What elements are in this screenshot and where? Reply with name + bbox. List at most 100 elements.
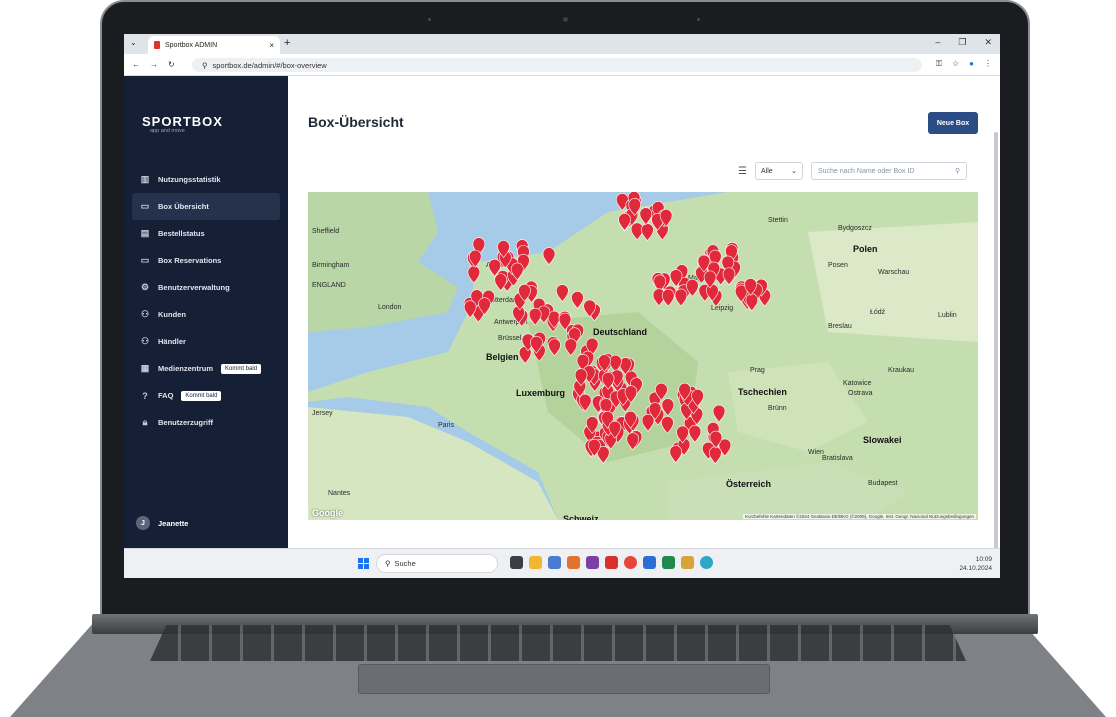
windows-start-icon[interactable] — [358, 558, 369, 569]
forward-icon[interactable]: → — [150, 60, 158, 69]
filter-select[interactable]: Alle ⌄ — [754, 162, 803, 180]
box-marker[interactable] — [630, 222, 644, 241]
sensor-dot — [697, 18, 700, 21]
sportbox-logo[interactable]: SPORTBOX — [142, 114, 223, 129]
search-input[interactable]: Suche nach Name oder Box ID ⚲ — [810, 162, 967, 180]
sidebar-item-box-uebersicht[interactable]: ▭ Box Übersicht — [132, 193, 280, 220]
box-marker[interactable] — [542, 247, 556, 266]
bookmark-star-icon[interactable]: ☆ — [952, 59, 959, 69]
users-icon: ⚇ — [140, 309, 150, 319]
box-map[interactable]: Birmingham ENGLAND London Sheffield Belgien L… — [308, 192, 978, 520]
sidebar-item-benutzerzugriff[interactable]: 🔒︎ Benutzerzugriff — [132, 409, 280, 436]
box-marker[interactable] — [661, 416, 674, 434]
help-icon: ? — [142, 390, 148, 401]
browser-tab[interactable]: Sportbox ADMIN × — [148, 36, 280, 54]
box-marker[interactable] — [722, 267, 736, 286]
box-marker[interactable] — [626, 432, 640, 451]
sidebar-item-bestellstatus[interactable]: ▤ Bestellstatus — [132, 220, 280, 247]
site-info-icon[interactable]: ⚲ — [202, 61, 208, 70]
users-icon: ⚇ — [140, 336, 150, 346]
address-bar: ← → ↻ ⚲ sportbox.de/admin/#/box-overview… — [124, 54, 1000, 76]
sidebar-item-medienzentrum[interactable]: ▦ Medienzentrum Kommt bald — [132, 355, 280, 382]
reload-icon[interactable]: ↻ — [168, 60, 175, 69]
box-marker[interactable] — [641, 223, 654, 242]
tab-search-icon[interactable]: ⌄ — [130, 38, 137, 47]
box-marker[interactable] — [528, 307, 542, 326]
filter-value: Alle — [760, 167, 773, 175]
profile-icon[interactable]: ● — [969, 59, 974, 69]
browser-tabbar: ⌄ Sportbox ADMIN × + – ❐ ✕ — [124, 34, 1000, 54]
chevron-down-icon: ⌄ — [791, 168, 797, 175]
sportbox-favicon-icon — [154, 41, 160, 49]
touchpad — [358, 664, 770, 694]
sidebar-item-haendler[interactable]: ⚇ Händler — [132, 328, 280, 355]
url-text: sportbox.de/admin/#/box-overview — [212, 60, 327, 70]
box-marker[interactable] — [639, 207, 653, 226]
keyboard — [150, 625, 966, 661]
user-name: Jeanette — [158, 518, 189, 528]
map-attribution[interactable]: Kurzbefehle Kartendaten ©2024 GeoBasis-D… — [742, 514, 976, 519]
restore-icon[interactable]: ❐ — [958, 37, 966, 48]
app-icon[interactable] — [567, 556, 580, 569]
user-profile[interactable]: J Jeanette — [136, 516, 188, 530]
edge-icon[interactable] — [700, 556, 713, 569]
minimize-icon[interactable]: – — [935, 37, 940, 48]
new-tab-icon[interactable]: + — [284, 37, 290, 49]
box-icon: ▭ — [140, 255, 150, 265]
grid-icon: ▦ — [140, 363, 150, 373]
password-key-icon[interactable]: ⚿ — [936, 59, 942, 69]
chrome-icon[interactable] — [624, 556, 637, 569]
coming-soon-badge: Kommt bald — [181, 390, 222, 401]
sensor-dot — [428, 18, 431, 21]
close-tab-icon[interactable]: × — [269, 41, 274, 50]
box-marker[interactable] — [548, 338, 561, 357]
back-icon[interactable]: ← — [132, 60, 140, 69]
box-marker[interactable] — [674, 288, 688, 307]
sidebar-item-kunden[interactable]: ⚇ Kunden — [132, 301, 280, 328]
box-marker[interactable] — [467, 265, 481, 284]
bar-chart-icon: ▥ — [140, 174, 150, 184]
box-marker[interactable] — [556, 284, 569, 303]
taskbar-search[interactable]: ⚲ Suche — [376, 554, 498, 573]
box-marker[interactable] — [669, 445, 683, 464]
sidebar-item-benutzerverwaltung[interactable]: ⚙ Benutzerverwaltung — [132, 274, 280, 301]
excel-icon[interactable] — [662, 556, 675, 569]
sidebar-item-box-reservations[interactable]: ▭ Box Reservations — [132, 247, 280, 274]
new-box-button[interactable]: Neue Box — [928, 112, 978, 134]
sidebar-item-label: Benutzerzugriff — [158, 418, 213, 427]
box-marker[interactable] — [712, 404, 726, 423]
sidebar-item-faq[interactable]: ? FAQ Kommt bald — [132, 382, 280, 409]
app-icon[interactable] — [681, 556, 694, 569]
main-content: Box-Übersicht Neue Box ☰ Alle ⌄ Suche nac… — [288, 76, 1000, 552]
tab-title: Sportbox ADMIN — [165, 41, 218, 49]
box-marker[interactable] — [661, 288, 675, 307]
pdf-icon[interactable] — [605, 556, 618, 569]
box-marker[interactable] — [709, 446, 722, 465]
laptop-photo: ⌄ Sportbox ADMIN × + – ❐ ✕ ← → ↻ ⚲ sport… — [0, 0, 1116, 717]
box-marker[interactable] — [564, 338, 578, 357]
clipboard-icon: ▤ — [140, 228, 150, 238]
task-view-icon[interactable] — [510, 556, 523, 569]
url-field[interactable]: ⚲ sportbox.de/admin/#/box-overview — [192, 58, 922, 72]
system-clock[interactable]: 10:09 24.10.2024 — [959, 555, 992, 573]
box-marker[interactable] — [688, 425, 702, 443]
lock-icon: 🔒︎ — [142, 417, 148, 427]
sidebar-item-label: Nutzungsstatistik — [158, 175, 221, 184]
box-marker[interactable] — [618, 213, 631, 231]
onenote-icon[interactable] — [586, 556, 599, 569]
scrollbar[interactable] — [994, 132, 998, 552]
word-icon[interactable] — [643, 556, 656, 569]
sidebar-item-nutzungsstatistik[interactable]: ▥ Nutzungsstatistik — [132, 166, 280, 193]
search-placeholder: Suche nach Name oder Box ID — [817, 167, 915, 175]
google-logo: Google — [312, 508, 343, 518]
sidebar-item-label: Box Reservations — [158, 256, 222, 265]
list-view-icon[interactable]: ☰ — [738, 166, 747, 177]
file-explorer-icon[interactable] — [529, 556, 542, 569]
close-window-icon[interactable]: ✕ — [984, 37, 992, 48]
box-marker[interactable] — [571, 291, 584, 309]
box-marker[interactable] — [641, 413, 655, 432]
kebab-menu-icon[interactable]: ⋮ — [984, 59, 992, 69]
box-marker[interactable] — [609, 354, 622, 373]
app-icon[interactable] — [548, 556, 561, 569]
clock-date: 24.10.2024 — [959, 565, 992, 572]
